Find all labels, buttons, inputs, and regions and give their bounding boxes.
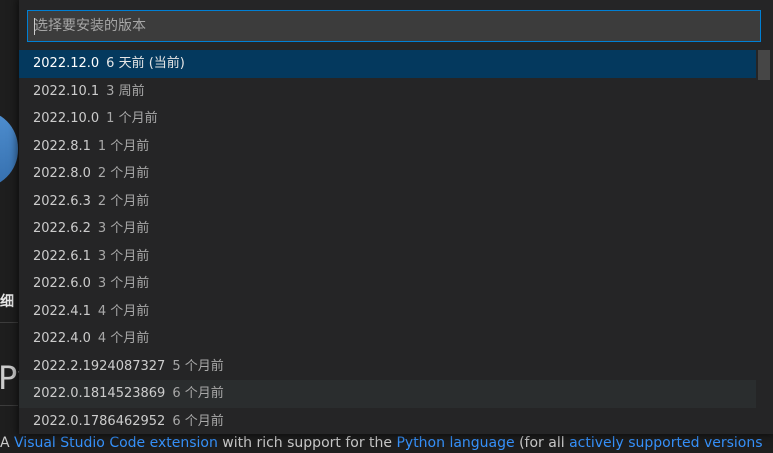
version-list-item[interactable]: 2022.2.1924087327 5 个月前 xyxy=(19,353,756,381)
version-age: 6 天前 (当前) xyxy=(106,56,185,71)
desc-text: A xyxy=(0,435,15,451)
version-age: 4 个月前 xyxy=(97,303,150,319)
version-list: 2022.12.0 6 天前 (当前) 2022.10.1 3 周前 2022.10… xyxy=(19,50,756,435)
version-list-item[interactable]: 2022.6.2 3 个月前 xyxy=(19,215,756,243)
version-age: 3 个月前 xyxy=(97,248,150,264)
python-logo-icon xyxy=(0,110,18,188)
version-number: 2022.2.1924087327 xyxy=(33,358,166,374)
version-list-item[interactable]: 2022.10.1 3 周前 xyxy=(19,78,756,106)
version-list-item[interactable]: 2022.12.0 6 天前 (当前) xyxy=(19,50,756,78)
version-number: 2022.6.2 xyxy=(33,221,91,236)
version-list-item[interactable]: 2022.0.1814523869 6 个月前 xyxy=(19,380,756,408)
version-number: 2022.6.3 xyxy=(33,193,91,209)
version-age: 3 个月前 xyxy=(97,221,150,236)
version-list-item[interactable]: 2022.8.1 1 个月前 xyxy=(19,133,756,161)
version-age: 1 个月前 xyxy=(97,138,150,154)
readme-description: A Visual Studio Code extension with rich… xyxy=(0,434,773,452)
version-list-item[interactable]: 2022.8.0 2 个月前 xyxy=(19,160,756,188)
scrollbar-thumb[interactable] xyxy=(758,50,770,80)
version-age: 6 个月前 xyxy=(172,386,224,401)
version-list-item[interactable]: 2022.4.0 4 个月前 xyxy=(19,325,756,353)
python-language-link[interactable]: Python language xyxy=(396,435,514,451)
supported-versions-link[interactable]: actively supported versions xyxy=(569,435,762,451)
version-age: 2 个月前 xyxy=(97,193,150,209)
version-number: 2022.12.0 xyxy=(33,56,100,71)
divider xyxy=(0,322,18,323)
version-search-input[interactable] xyxy=(28,11,760,41)
version-age: 3 周前 xyxy=(106,83,145,99)
version-number: 2022.6.0 xyxy=(33,276,91,291)
version-age: 2 个月前 xyxy=(97,166,150,181)
version-age: 1 个月前 xyxy=(106,111,158,126)
quick-pick-input-box[interactable] xyxy=(27,10,761,42)
version-age: 4 个月前 xyxy=(97,331,150,346)
version-list-item[interactable]: 2022.0.1786462952 6 个月前 xyxy=(19,408,756,436)
version-number: 2022.8.0 xyxy=(33,166,91,181)
version-number: 2022.0.1786462952 xyxy=(33,413,166,429)
version-list-item[interactable]: 2022.4.1 4 个月前 xyxy=(19,298,756,326)
version-list-item[interactable]: 2022.6.3 2 个月前 xyxy=(19,188,756,216)
version-number: 2022.4.1 xyxy=(33,303,91,319)
list-scrollbar[interactable] xyxy=(756,50,773,434)
desc-text: with rich support for the xyxy=(217,435,397,451)
version-age: 6 个月前 xyxy=(172,413,224,429)
version-list-item[interactable]: 2022.6.1 3 个月前 xyxy=(19,243,756,271)
version-number: 2022.0.1814523869 xyxy=(33,386,166,401)
editor-stage: ˅ 细 Py A Visual Studio Code extension wi… xyxy=(0,0,773,453)
version-quick-pick: 2022.12.0 6 天前 (当前) 2022.10.1 3 周前 2022.10… xyxy=(19,0,773,434)
version-number: 2022.6.1 xyxy=(33,248,91,264)
divider xyxy=(0,405,18,406)
vscode-extension-link[interactable]: Visual Studio Code extension xyxy=(14,435,218,451)
version-list-item[interactable]: 2022.6.0 3 个月前 xyxy=(19,270,756,298)
desc-text: (for all xyxy=(514,435,570,451)
text-cursor xyxy=(34,18,35,35)
version-age: 3 个月前 xyxy=(97,276,150,291)
details-tab-label[interactable]: 细 xyxy=(0,291,14,311)
version-list-item[interactable]: 2022.10.0 1 个月前 xyxy=(19,105,756,133)
version-number: 2022.10.1 xyxy=(33,83,100,99)
version-number: 2022.10.0 xyxy=(33,111,100,126)
version-age: 5 个月前 xyxy=(172,358,224,374)
version-number: 2022.8.1 xyxy=(33,138,91,154)
version-number: 2022.4.0 xyxy=(33,331,91,346)
